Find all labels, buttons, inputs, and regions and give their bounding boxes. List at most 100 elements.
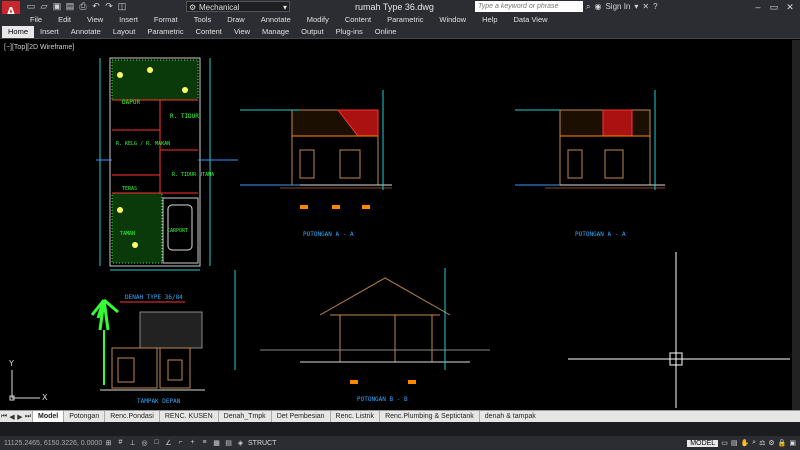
lweight-icon[interactable]: ≡ xyxy=(200,439,209,447)
document-title: rumah Type 36.dwg xyxy=(355,2,434,12)
ribbon-tab-insert[interactable]: Insert xyxy=(34,26,65,38)
crosshair-cursor xyxy=(568,252,790,408)
room-label: TERAS xyxy=(122,186,137,192)
minimize-icon[interactable]: – xyxy=(750,0,766,14)
section-aa-left xyxy=(240,90,392,209)
osnap-icon[interactable]: □ xyxy=(152,439,161,447)
zoom-icon[interactable]: ⌕ xyxy=(752,439,756,447)
section-title: POTONGAN A - A xyxy=(303,231,354,238)
room-label: TAMAN xyxy=(120,231,135,237)
close-icon[interactable]: ✕ xyxy=(782,0,798,14)
gear-icon: ⚙ xyxy=(189,3,197,12)
menu-item-insert[interactable]: Insert xyxy=(111,14,146,26)
menu-item-parametric[interactable]: Parametric xyxy=(379,14,431,26)
ortho-icon[interactable]: ⊥ xyxy=(128,439,137,447)
floor-plan xyxy=(96,57,238,271)
user-icon[interactable]: ◉ xyxy=(594,1,601,12)
save-icon[interactable]: ▣ xyxy=(52,1,62,11)
menu-item-data-view[interactable]: Data View xyxy=(506,14,556,26)
otrack-icon[interactable]: ∠ xyxy=(164,439,173,447)
ribbon-tab-view[interactable]: View xyxy=(228,26,256,38)
ribbon-tab-manage[interactable]: Manage xyxy=(256,26,295,38)
chevron-down-icon[interactable]: ▾ xyxy=(634,1,638,12)
help-icon[interactable]: ? xyxy=(653,1,657,12)
drawing-canvas[interactable]: DAPUR R. TIDUR R. KELG / R. MAKAN R. TID… xyxy=(0,40,792,410)
window-controls: – ▭ ✕ xyxy=(750,0,798,14)
prev-tab-icon[interactable]: ◀ xyxy=(8,413,16,421)
menu-items: File Edit View Insert Format Tools Draw Annotat… xyxy=(22,14,556,26)
layout-icon[interactable]: ▤ xyxy=(731,439,738,447)
polar-icon[interactable]: ◎ xyxy=(140,439,149,447)
dyn-icon[interactable]: + xyxy=(188,439,197,447)
ribbon-tab-content[interactable]: Content xyxy=(190,26,228,38)
menu-item-view[interactable]: View xyxy=(79,14,111,26)
menu-item-modify[interactable]: Modify xyxy=(299,14,337,26)
workspace-label: Mechanical xyxy=(199,3,240,12)
plot-icon[interactable]: ◫ xyxy=(117,1,127,11)
ribbon-tab-home[interactable]: Home xyxy=(2,26,35,38)
svg-text:X: X xyxy=(42,393,48,402)
redo-icon[interactable]: ↷ xyxy=(104,1,114,11)
tpy-icon[interactable]: ▦ xyxy=(212,439,221,447)
snap-icon[interactable]: ⊞ xyxy=(104,439,113,447)
struct-toggle[interactable]: STRUCT xyxy=(248,440,276,447)
search-icon[interactable]: ⌕ xyxy=(586,1,590,12)
ribbon-tabs: Home Insert Annotate Layout Parametric Conten… xyxy=(2,26,402,38)
menu-item-content[interactable]: Content xyxy=(337,14,379,26)
open-icon[interactable]: ▱ xyxy=(39,1,49,11)
ribbon-tab-parametric[interactable]: Parametric xyxy=(141,26,189,38)
last-tab-icon[interactable]: ⏭ xyxy=(24,413,32,421)
viewport-label[interactable]: [−][Top][2D Wireframe] xyxy=(4,44,74,51)
menu-item-tools[interactable]: Tools xyxy=(186,14,220,26)
layout-icon[interactable]: ▭ xyxy=(721,439,728,447)
saveas-icon[interactable]: ▤ xyxy=(65,1,75,11)
ribbon-tab-output[interactable]: Output xyxy=(295,26,330,38)
menu-item-draw[interactable]: Draw xyxy=(219,14,253,26)
room-label: DAPUR xyxy=(122,99,140,106)
clean-screen-icon[interactable]: ▣ xyxy=(789,439,796,447)
search-input[interactable]: Type a keyword or phrase xyxy=(475,1,583,12)
ribbon-tab-online[interactable]: Online xyxy=(369,26,403,38)
qp-icon[interactable]: ▤ xyxy=(224,439,233,447)
drafting-toggles: ⊞ # ⊥ ◎ □ ∠ ⌐ + ≡ ▦ ▤ ◈ xyxy=(104,439,245,447)
elevation-title: TAMPAK DEPAN xyxy=(137,398,181,405)
section-title: POTONGAN B - B xyxy=(357,396,408,403)
sign-in-link[interactable]: Sign In xyxy=(605,1,630,12)
undo-icon[interactable]: ↶ xyxy=(91,1,101,11)
workspace-switch-icon[interactable]: ⚙ xyxy=(768,439,774,447)
menu-item-annotate[interactable]: Annotate xyxy=(253,14,299,26)
workspace-dropdown[interactable]: ⚙ Mechanical ▾ xyxy=(186,1,290,12)
maximize-icon[interactable]: ▭ xyxy=(766,0,782,14)
exchange-icon[interactable]: ✕ xyxy=(642,1,649,12)
ribbon-tab-plug-ins[interactable]: Plug-ins xyxy=(330,26,369,38)
ribbon-tab-annotate[interactable]: Annotate xyxy=(65,26,107,38)
section-aa-right xyxy=(515,90,665,190)
menu-item-format[interactable]: Format xyxy=(146,14,186,26)
lock-icon[interactable]: 🔒 xyxy=(778,439,787,447)
front-elevation xyxy=(90,298,205,391)
room-label: R. KELG / R. MAKAN xyxy=(116,141,170,147)
menu-item-help[interactable]: Help xyxy=(474,14,505,26)
command-line[interactable] xyxy=(0,422,800,436)
sc-icon[interactable]: ◈ xyxy=(236,439,245,447)
next-tab-icon[interactable]: ▶ xyxy=(16,413,24,421)
menu-item-window[interactable]: Window xyxy=(431,14,474,26)
new-icon[interactable]: ▭ xyxy=(26,1,36,11)
grid-icon[interactable]: # xyxy=(116,439,125,447)
quick-access-toolbar: ▭ ▱ ▣ ▤ ⎙ ↶ ↷ ◫ xyxy=(26,1,127,11)
section-bb xyxy=(234,268,490,384)
svg-text:Y: Y xyxy=(8,359,14,368)
menu-item-file[interactable]: File xyxy=(22,14,50,26)
annotation-scale-icon[interactable]: ⚖ xyxy=(759,439,765,447)
ribbon-tab-layout[interactable]: Layout xyxy=(107,26,142,38)
room-label: R. TIDUR UTAMA xyxy=(172,172,214,178)
first-tab-icon[interactable]: ⏮ xyxy=(0,413,8,421)
plan-title: DENAH TYPE 36/84 xyxy=(125,294,183,301)
section-title: POTONGAN A - A xyxy=(575,231,626,238)
print-icon[interactable]: ⎙ xyxy=(78,1,88,11)
vertical-scrollbar[interactable] xyxy=(792,40,800,410)
model-space-toggle[interactable]: MODEL xyxy=(687,439,719,447)
pan-icon[interactable]: ✋ xyxy=(740,439,749,447)
menu-item-edit[interactable]: Edit xyxy=(50,14,79,26)
ducs-icon[interactable]: ⌐ xyxy=(176,439,185,447)
